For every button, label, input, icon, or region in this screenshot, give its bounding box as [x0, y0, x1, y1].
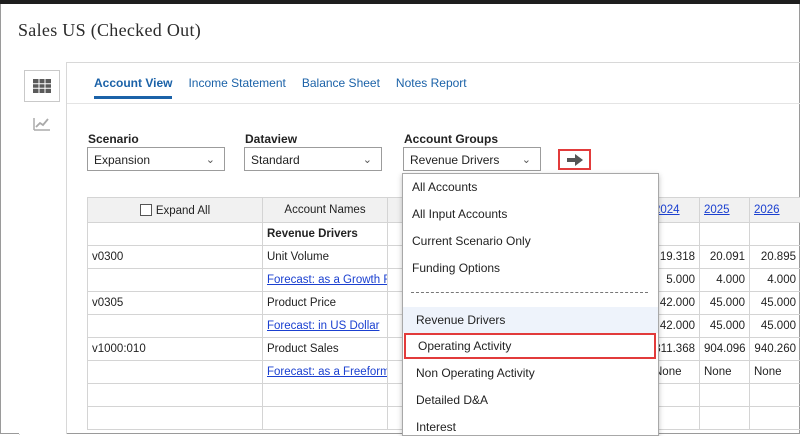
row-code: [88, 269, 263, 292]
year-header-2025[interactable]: 2025: [700, 198, 750, 223]
row-value[interactable]: [750, 223, 800, 246]
row-value[interactable]: None: [750, 361, 800, 384]
account-groups-value: Revenue Drivers: [410, 153, 499, 167]
row-value[interactable]: 904.096: [700, 338, 750, 361]
row-value[interactable]: 4.000: [700, 269, 750, 292]
side-rail: [19, 62, 67, 434]
row-value[interactable]: 4.000: [750, 269, 800, 292]
row-code: [88, 315, 263, 338]
row-name-link[interactable]: Forecast: as a Freeform: U: [263, 361, 388, 384]
dropdown-option-all-input-accounts[interactable]: All Input Accounts: [403, 201, 658, 227]
chart-view-button[interactable]: [24, 108, 60, 140]
account-groups-dropdown: All Accounts All Input Accounts Current …: [402, 173, 659, 436]
dropdown-option-funding-options[interactable]: Funding Options: [403, 255, 658, 281]
account-groups-select[interactable]: Revenue Drivers ⌄: [403, 147, 541, 171]
page-title: Sales US (Checked Out): [18, 20, 201, 41]
tab-balance-sheet[interactable]: Balance Sheet: [302, 76, 380, 99]
dropdown-option-non-operating-activity[interactable]: Non Operating Activity: [403, 360, 658, 386]
row-code: v0305: [88, 292, 263, 315]
row-name: Unit Volume: [263, 246, 388, 269]
tab-notes-report[interactable]: Notes Report: [396, 76, 467, 99]
row-name: Product Price: [263, 292, 388, 315]
expand-all-cell[interactable]: Expand All: [88, 198, 263, 223]
arrow-right-icon: [567, 154, 583, 166]
dropdown-option-detailed-da[interactable]: Detailed D&A: [403, 387, 658, 413]
dataview-label: Dataview: [245, 132, 297, 146]
dataview-select[interactable]: Standard ⌄: [244, 147, 382, 171]
grid-view-button[interactable]: [24, 70, 60, 102]
row-name: Product Sales: [263, 338, 388, 361]
row-value[interactable]: 45.000: [700, 292, 750, 315]
row-code: v1000:010: [88, 338, 263, 361]
dropdown-option-interest[interactable]: Interest: [403, 414, 658, 436]
row-value[interactable]: None: [700, 361, 750, 384]
view-tabs: Account View Income Statement Balance Sh…: [94, 76, 483, 99]
dataview-value: Standard: [251, 153, 300, 167]
row-value[interactable]: 45.000: [700, 315, 750, 338]
row-name-link[interactable]: Forecast: in US Dollar: [263, 315, 388, 338]
row-code: v0300: [88, 246, 263, 269]
account-names-header: Account Names: [263, 198, 388, 223]
scenario-select[interactable]: Expansion ⌄: [87, 147, 225, 171]
dropdown-option-all-accounts[interactable]: All Accounts: [403, 174, 658, 200]
grid-icon: [33, 79, 51, 93]
row-value[interactable]: 20.895: [750, 246, 800, 269]
dropdown-option-operating-activity[interactable]: Operating Activity: [404, 333, 656, 359]
dropdown-separator: [411, 292, 648, 293]
scenario-label: Scenario: [88, 132, 139, 146]
row-name: Revenue Drivers: [263, 223, 388, 246]
scenario-value: Expansion: [94, 153, 150, 167]
row-name-link[interactable]: Forecast: as a Growth Rate: [263, 269, 388, 292]
tab-income-statement[interactable]: Income Statement: [188, 76, 285, 99]
account-groups-label: Account Groups: [404, 132, 498, 146]
row-code: [88, 361, 263, 384]
year-header-2026[interactable]: 2026: [750, 198, 800, 223]
chart-icon: [33, 116, 51, 132]
row-value[interactable]: [700, 223, 750, 246]
dropdown-option-revenue-drivers[interactable]: Revenue Drivers: [403, 307, 658, 333]
chevron-down-icon: ⌄: [522, 153, 531, 166]
tab-account-view[interactable]: Account View: [94, 76, 172, 99]
row-value[interactable]: 940.260: [750, 338, 800, 361]
tab-divider: [67, 103, 800, 104]
expand-all-checkbox[interactable]: [140, 204, 152, 216]
row-value[interactable]: 45.000: [750, 292, 800, 315]
row-value[interactable]: 45.000: [750, 315, 800, 338]
chevron-down-icon: ⌄: [206, 153, 215, 166]
row-code: [88, 223, 263, 246]
go-button[interactable]: [558, 149, 591, 170]
dropdown-option-current-scenario-only[interactable]: Current Scenario Only: [403, 228, 658, 254]
chevron-down-icon: ⌄: [363, 153, 372, 166]
row-value[interactable]: 20.091: [700, 246, 750, 269]
expand-all-label: Expand All: [156, 205, 210, 217]
